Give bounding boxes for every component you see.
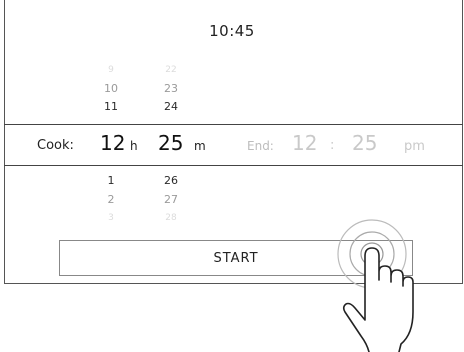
cook-minutes-unit: m — [194, 139, 206, 153]
hour-wheel-below-3[interactable]: 3 — [91, 212, 131, 224]
row-divider-top — [4, 124, 463, 125]
hour-wheel-above-2[interactable]: 10 — [91, 83, 131, 95]
minute-wheel-below-3[interactable]: 28 — [151, 212, 191, 224]
start-button-label: START — [213, 250, 259, 266]
end-period: pm — [404, 139, 425, 154]
clock-time: 10:45 — [209, 22, 255, 40]
cook-hours-value[interactable]: 12 — [100, 131, 125, 155]
row-divider-bottom — [4, 165, 463, 166]
minute-wheel-above-2[interactable]: 23 — [151, 83, 191, 95]
cook-label: Cook: — [37, 138, 74, 153]
minute-wheel-above-3[interactable]: 24 — [151, 101, 191, 113]
minute-wheel-below-1[interactable]: 26 — [151, 175, 191, 187]
end-minutes-value: 25 — [352, 131, 378, 155]
hour-wheel-above-1[interactable]: 9 — [91, 64, 131, 76]
minute-wheel-above-1[interactable]: 22 — [151, 64, 191, 76]
end-label: End: — [247, 139, 274, 153]
end-hours-value: 12 — [292, 131, 318, 155]
hour-wheel-above-3[interactable]: 11 — [91, 101, 131, 113]
hour-wheel-below-2[interactable]: 2 — [91, 194, 131, 206]
cook-hours-unit: h — [130, 139, 138, 153]
hour-wheel-below-1[interactable]: 1 — [91, 175, 131, 187]
minute-wheel-below-2[interactable]: 27 — [151, 194, 191, 206]
cook-minutes-value[interactable]: 25 — [158, 131, 183, 155]
end-time-separator: : — [330, 138, 335, 153]
tap-hand-icon — [337, 219, 414, 352]
